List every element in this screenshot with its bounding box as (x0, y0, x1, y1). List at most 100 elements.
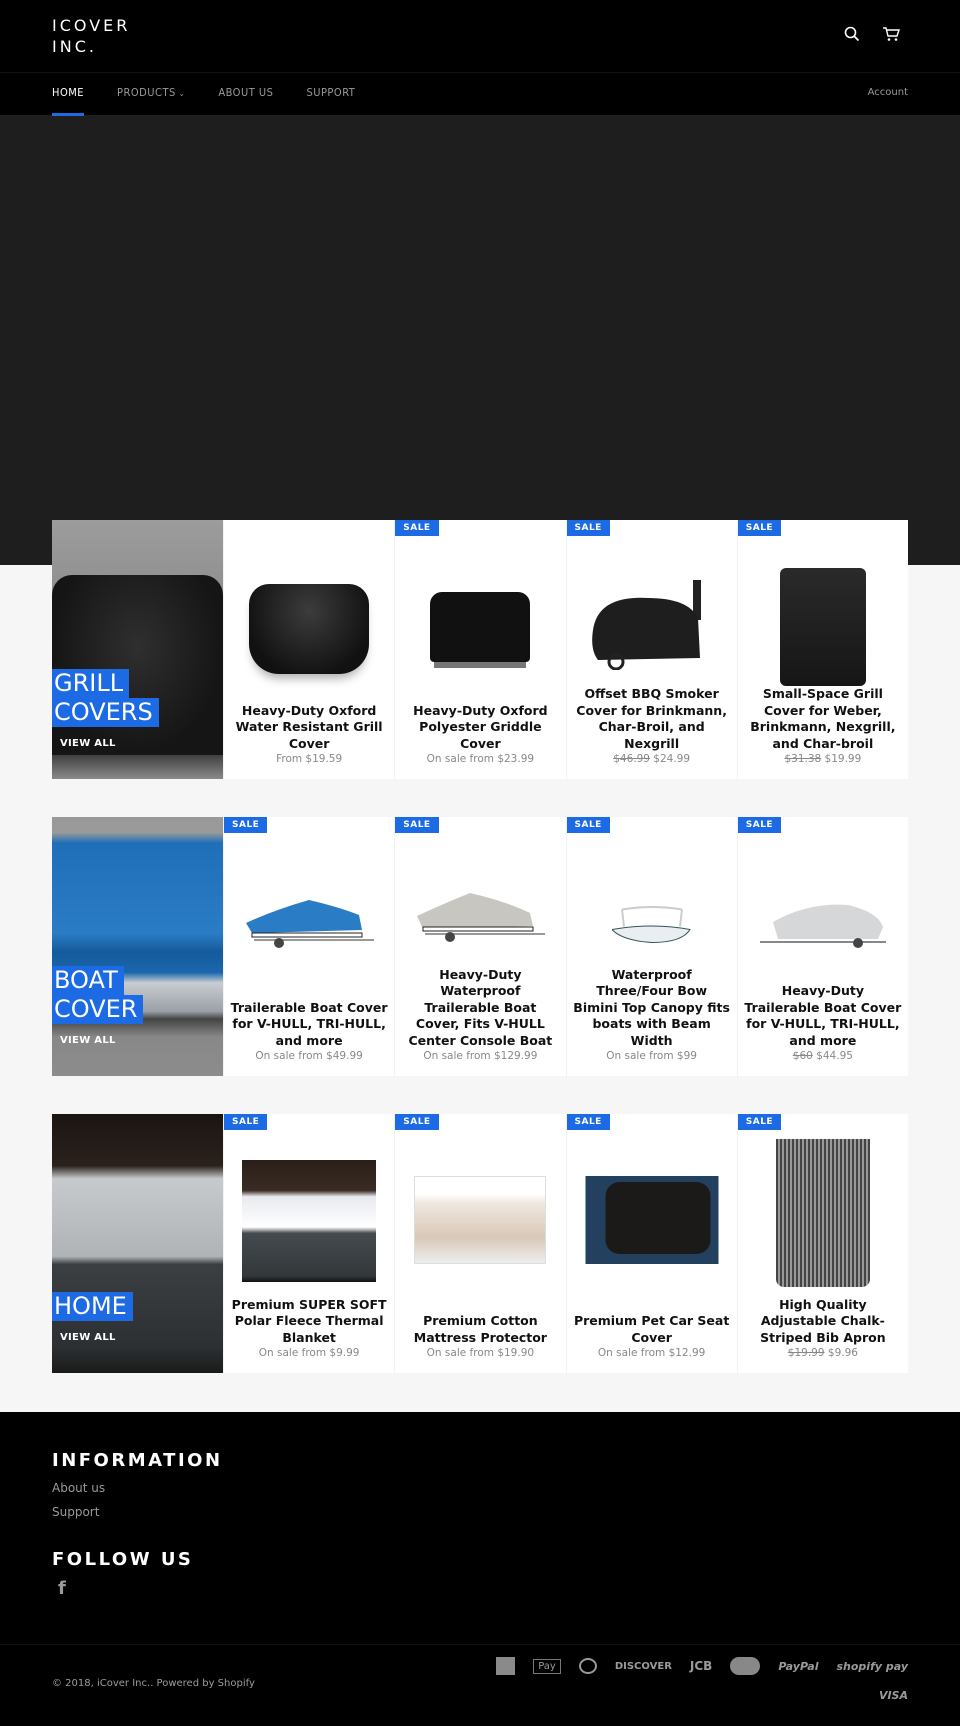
site-header: ICOVER INC. (0, 0, 960, 72)
product-image (775, 1139, 870, 1287)
product-card[interactable]: SALE Heavy-Duty Trailerable Boat Cover f… (736, 817, 908, 1076)
footer-link-about-us[interactable]: About us (52, 1481, 908, 1495)
product-card[interactable]: SALE Heavy-Duty Oxford Polyester Griddle… (394, 520, 566, 779)
product-card[interactable]: SALE Premium Pet Car Seat Cover On sale f… (565, 1114, 737, 1373)
collection-title-line: GRILL (52, 669, 130, 698)
diners-club-icon (578, 1658, 597, 1674)
collection-home: HOME VIEW ALL SALE Premium SUPER SOFT Po… (52, 1114, 908, 1373)
nav-support[interactable]: SUPPORT (306, 73, 355, 116)
mastercard-icon (730, 1657, 761, 1675)
logo[interactable]: ICOVER INC. (52, 15, 142, 57)
product-image (246, 900, 375, 948)
product-card[interactable]: SALE Waterproof Three/Four Bow Bimini To… (565, 817, 737, 1076)
account-link[interactable]: Account (868, 73, 908, 113)
payment-icons: Pay DISCOVER JCB PayPal shopify pay VISA (488, 1657, 908, 1702)
footer-information-heading: INFORMATION (52, 1450, 223, 1471)
compare-price: $60 (792, 1050, 813, 1062)
nav-home[interactable]: HOME (52, 73, 85, 116)
product-image (414, 1176, 547, 1264)
sale-badge: SALE (395, 817, 439, 833)
product-name: Premium Cotton Mattress Protector (413, 1313, 547, 1345)
footer-follow-heading: FOLLOW US (52, 1549, 194, 1570)
copyright: © 2018, iCover Inc.. Powered by Shopify (52, 1678, 255, 1689)
sale-price: $19.99 (824, 753, 862, 765)
product-price: $31.38 $19.99 (744, 753, 902, 765)
sale-badge: SALE (566, 520, 610, 536)
collections: GRILL COVERS VIEW ALL Heavy-Duty Oxford … (0, 520, 960, 1373)
product-price: $19.99 $9.96 (744, 1347, 902, 1359)
product-price: $60 $44.95 (744, 1050, 902, 1062)
product-price: On sale from $129.99 (423, 1050, 538, 1062)
product-price: On sale from $9.99 (258, 1347, 360, 1359)
product-price: On sale from $12.99 (597, 1347, 706, 1359)
facebook-icon[interactable]: f (58, 1578, 908, 1599)
collection-grill-covers: GRILL COVERS VIEW ALL Heavy-Duty Oxford … (52, 520, 908, 779)
product-name: High Quality Adjustable Chalk-Striped Bi… (760, 1296, 886, 1345)
product-image (591, 580, 701, 670)
visa-icon: VISA (878, 1689, 908, 1702)
view-all-link[interactable]: VIEW ALL (60, 1035, 116, 1046)
nav-about-us[interactable]: ABOUT US (218, 73, 273, 116)
collection-title: BOAT COVER (52, 966, 144, 1024)
sale-badge: SALE (566, 1114, 610, 1130)
product-card[interactable]: SALE Heavy-Duty Waterproof Trailerable B… (394, 817, 566, 1076)
product-name: Premium SUPER SOFT Polar Fleece Thermal … (231, 1296, 387, 1345)
product-image (759, 904, 886, 948)
product-card[interactable]: SALE Premium SUPER SOFT Polar Fleece The… (223, 1114, 395, 1373)
collection-feature[interactable]: HOME VIEW ALL (52, 1114, 223, 1373)
product-name: Heavy-Duty Oxford Water Resistant Grill … (235, 702, 383, 751)
collection-boat-cover: BOAT COVER VIEW ALL SALE Trailerable Boa… (52, 817, 908, 1076)
discover-icon: DISCOVER (614, 1660, 672, 1672)
product-image (249, 584, 370, 674)
product-card[interactable]: SALE Offset BBQ Smoker Cover for Brinkma… (565, 520, 737, 779)
product-card[interactable]: SALE High Quality Adjustable Chalk-Strip… (736, 1114, 908, 1373)
product-price: On sale from $19.90 (426, 1347, 535, 1359)
product-image (611, 906, 691, 944)
compare-price: $31.38 (784, 753, 822, 765)
nav-products[interactable]: PRODUCTS ⌄ (117, 73, 185, 116)
product-name: Waterproof Three/Four Bow Bimini Top Can… (573, 966, 730, 1048)
collection-title: HOME (52, 1292, 133, 1321)
view-all-link[interactable]: VIEW ALL (60, 738, 116, 749)
main-nav: HOME PRODUCTS ⌄ ABOUT US SUPPORT Account (0, 72, 960, 116)
sale-price: $44.95 (816, 1050, 853, 1062)
product-name: Heavy-Duty Waterproof Trailerable Boat C… (408, 966, 553, 1048)
product-card[interactable]: SALE Premium Cotton Mattress Protector On… (394, 1114, 566, 1373)
product-card[interactable]: SALE Trailerable Boat Cover for V-HULL, … (223, 817, 395, 1076)
collection-feature[interactable]: BOAT COVER VIEW ALL (52, 817, 223, 1076)
collection-title-line: COVER (52, 995, 144, 1024)
chevron-down-icon: ⌄ (178, 89, 186, 98)
product-image (242, 1160, 377, 1282)
hero-banner (0, 115, 960, 565)
cart-icon[interactable] (882, 26, 900, 42)
footer-link-support[interactable]: Support (52, 1505, 908, 1519)
collection-title: GRILL COVERS (52, 669, 159, 727)
footer-divider (0, 1644, 960, 1645)
product-name: Small-Space Grill Cover for Weber, Brink… (750, 686, 896, 751)
product-card[interactable]: SALE Small-Space Grill Cover for Weber, … (736, 520, 908, 779)
product-card[interactable]: Heavy-Duty Oxford Water Resistant Grill … (223, 520, 395, 779)
shopify-pay-icon: shopify pay (836, 1659, 909, 1673)
collection-title-line: BOAT (52, 966, 124, 995)
collection-title-line: HOME (52, 1292, 133, 1321)
product-name: Offset BBQ Smoker Cover for Brinkmann, C… (576, 686, 727, 751)
paypal-icon: PayPal (778, 1659, 819, 1673)
site-footer: INFORMATION About us Support FOLLOW US f… (0, 1412, 960, 1726)
search-icon[interactable] (844, 26, 860, 42)
collection-title-line: COVERS (52, 698, 159, 727)
product-image (430, 592, 531, 662)
product-name: Heavy-Duty Trailerable Boat Cover for V-… (744, 983, 902, 1048)
sale-badge: SALE (224, 1114, 268, 1130)
sale-price: $24.99 (653, 753, 691, 765)
product-image (779, 568, 866, 686)
sale-price: $9.96 (827, 1347, 858, 1359)
view-all-link[interactable]: VIEW ALL (60, 1332, 116, 1343)
apple-pay-icon: Pay (533, 1658, 561, 1674)
product-price: From $19.59 (276, 753, 343, 765)
sale-badge: SALE (395, 520, 439, 536)
sale-badge: SALE (737, 1114, 782, 1130)
product-image (585, 1176, 719, 1264)
collection-feature[interactable]: GRILL COVERS VIEW ALL (52, 520, 223, 779)
product-price: $46.99 $24.99 (573, 753, 731, 765)
product-price: On sale from $49.99 (255, 1050, 363, 1062)
